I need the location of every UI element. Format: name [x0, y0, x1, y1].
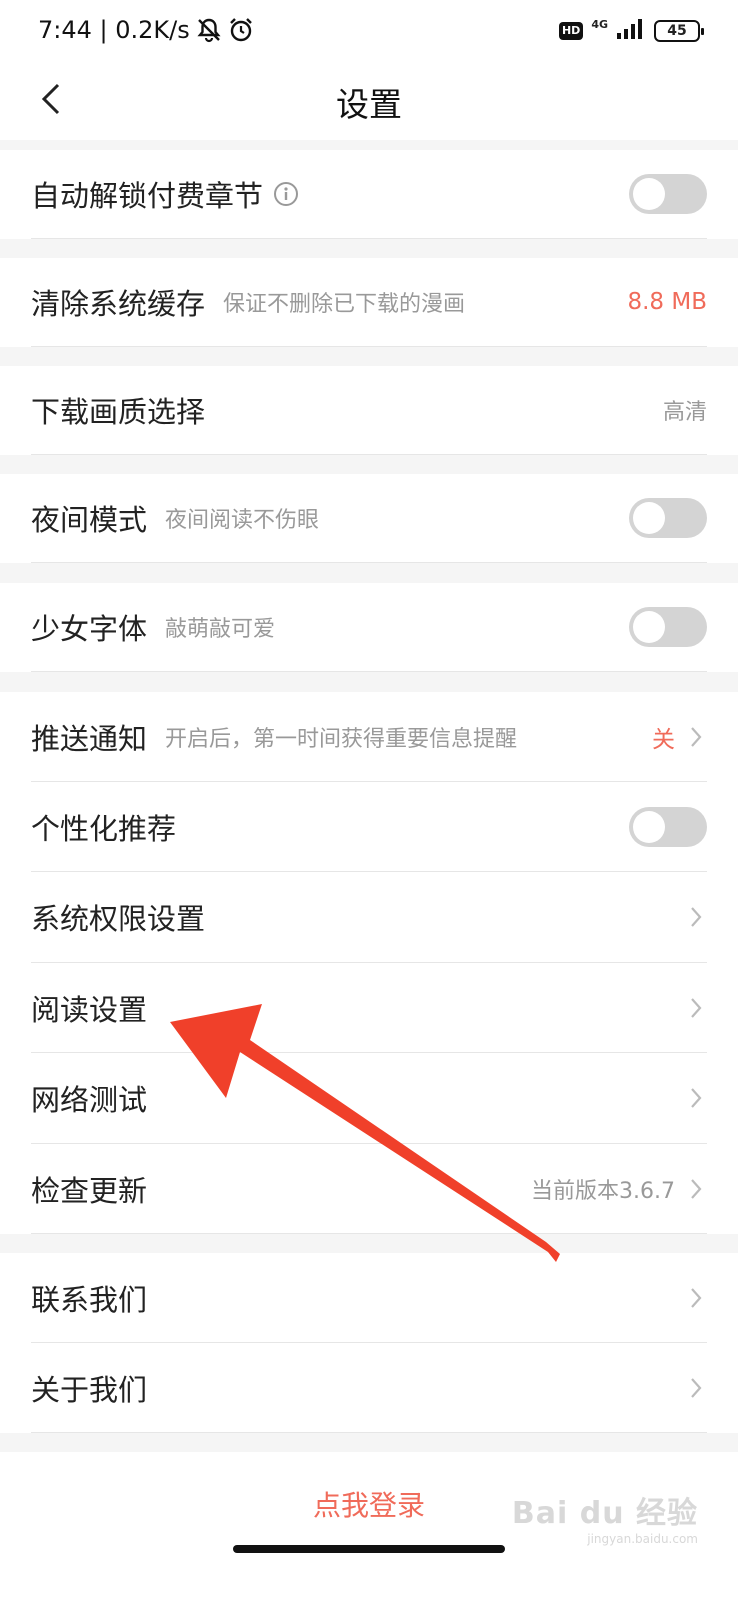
push-value: 关: [652, 726, 675, 753]
toggle-knob: [633, 502, 665, 534]
auto-unlock-row: 自动解锁付费章节: [0, 150, 738, 239]
signal-icon: [616, 18, 646, 44]
toggle-knob: [633, 611, 665, 643]
network-test-row[interactable]: 网络测试: [0, 1053, 738, 1144]
chevron-right-icon: [689, 1085, 707, 1111]
clear-cache-row[interactable]: 清除系统缓存 保证不删除已下载的漫画 8.8 MB: [0, 258, 738, 347]
check-update-row[interactable]: 检查更新 当前版本3.6.7: [0, 1144, 738, 1234]
home-indicator[interactable]: [233, 1545, 505, 1553]
push-label: 推送通知: [31, 721, 148, 756]
status-right: HD 4G 45: [558, 18, 704, 44]
clear-cache-label: 清除系统缓存: [31, 287, 206, 321]
network-type: 4G: [591, 18, 608, 31]
about-row[interactable]: 关于我们: [0, 1343, 738, 1433]
check-update-label: 检查更新: [31, 1173, 148, 1208]
night-mode-label: 夜间模式: [31, 503, 148, 537]
clear-cache-sub: 保证不删除已下载的漫画: [223, 292, 466, 317]
chevron-right-icon: [689, 1375, 707, 1401]
download-quality-row[interactable]: 下载画质选择 高清: [0, 366, 738, 455]
status-left: 7:44 | 0.2K/s: [38, 16, 254, 44]
battery-level: 45: [667, 23, 687, 39]
reading-settings-label: 阅读设置: [31, 992, 148, 1027]
girl-font-label: 少女字体: [31, 612, 148, 646]
cache-size: 8.8 MB: [627, 289, 707, 315]
status-bar: 7:44 | 0.2K/s HD 4G 45: [0, 0, 738, 62]
night-mode-toggle[interactable]: [629, 498, 707, 538]
watermark: Bai du 经验 jingyan.baidu.com: [512, 1488, 698, 1546]
network-test-label: 网络测试: [31, 1083, 148, 1117]
watermark-url: jingyan.baidu.com: [587, 1532, 698, 1546]
app-version: 当前版本3.6.7: [531, 1178, 675, 1204]
push-row[interactable]: 推送通知 开启后，第一时间获得重要信息提醒 关: [0, 692, 738, 782]
page-title: 设置: [336, 85, 402, 124]
personalized-toggle[interactable]: [629, 806, 707, 847]
status-time-speed: 7:44 | 0.2K/s: [38, 16, 190, 44]
night-mode-row: 夜间模式 夜间阅读不伤眼: [0, 474, 738, 563]
chevron-right-icon: [689, 995, 707, 1021]
girl-font-toggle[interactable]: [629, 607, 707, 647]
about-label: 关于我们: [31, 1372, 148, 1407]
reading-settings-row[interactable]: 阅读设置: [0, 963, 738, 1053]
auto-unlock-label: 自动解锁付费章节: [31, 179, 264, 213]
personalized-label: 个性化推荐: [31, 811, 177, 846]
chevron-right-icon: [689, 1285, 707, 1311]
personalized-row: 个性化推荐: [0, 782, 738, 872]
info-icon[interactable]: [273, 181, 299, 207]
bell-muted-icon: [196, 17, 222, 43]
push-sub: 开启后，第一时间获得重要信息提醒: [165, 726, 518, 752]
contact-label: 联系我们: [31, 1282, 148, 1317]
permissions-row[interactable]: 系统权限设置: [0, 872, 738, 963]
chevron-right-icon: [689, 904, 707, 930]
toggle-knob: [633, 178, 665, 210]
chevron-right-icon: [689, 1176, 707, 1202]
toggle-knob: [633, 810, 665, 843]
battery-icon: 45: [654, 20, 704, 42]
nav-bar: 设置: [0, 62, 738, 140]
girl-font-row: 少女字体 敲萌敲可爱: [0, 583, 738, 672]
hd-badge: HD: [558, 22, 584, 40]
auto-unlock-toggle[interactable]: [629, 174, 707, 214]
girl-font-sub: 敲萌敲可爱: [165, 617, 276, 642]
alarm-icon: [228, 17, 254, 43]
watermark-logo: Bai du 经验: [511, 1496, 698, 1531]
download-quality-label: 下载画质选择: [31, 395, 206, 429]
night-mode-sub: 夜间阅读不伤眼: [165, 508, 320, 533]
chevron-right-icon: [689, 724, 707, 750]
permissions-label: 系统权限设置: [31, 902, 206, 936]
contact-row[interactable]: 联系我们: [0, 1253, 738, 1343]
download-quality-value: 高清: [662, 400, 707, 425]
